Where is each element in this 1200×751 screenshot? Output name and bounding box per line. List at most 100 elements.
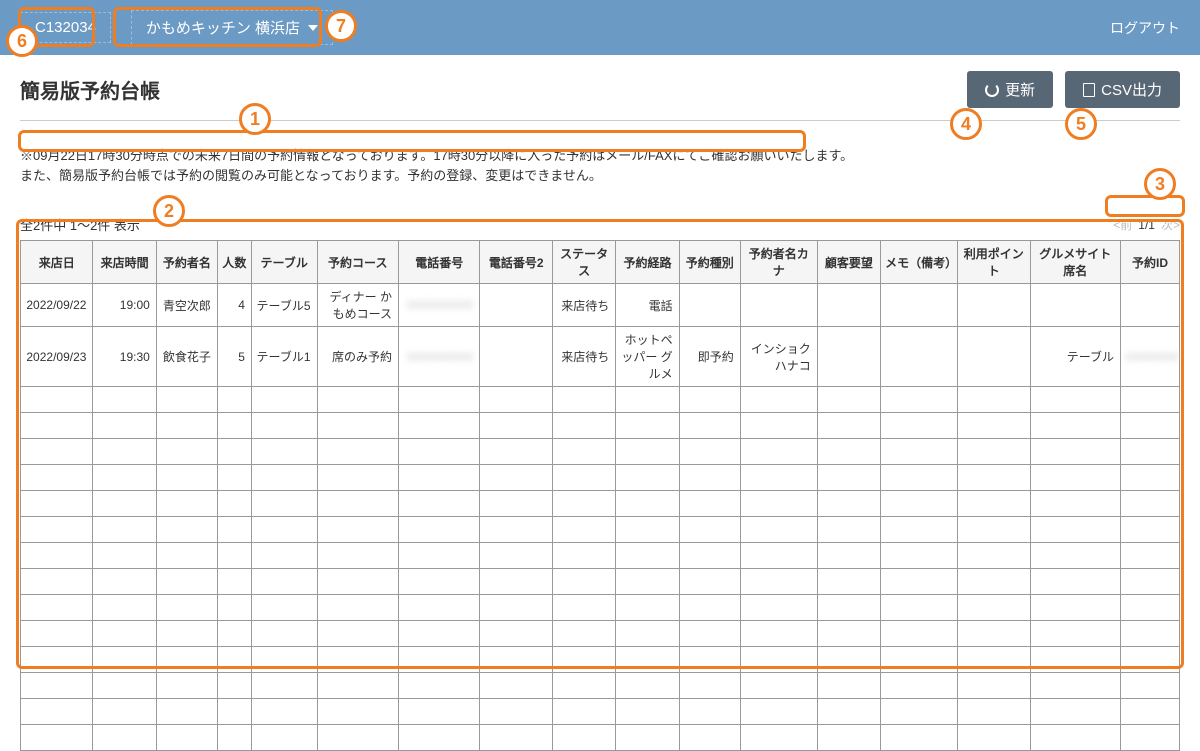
cell-kana: インショクハナコ	[740, 327, 817, 387]
cell-empty	[958, 595, 1030, 621]
cell-empty	[1121, 465, 1180, 491]
cell-empty	[317, 543, 398, 569]
cell-empty	[1030, 673, 1121, 699]
cell-empty	[616, 621, 679, 647]
cell-point	[958, 284, 1030, 327]
cell-empty	[817, 413, 880, 439]
cell-empty	[552, 673, 615, 699]
store-selector[interactable]: かもめキッチン 横浜店	[131, 10, 333, 45]
table-row	[21, 725, 1180, 751]
cell-empty	[1030, 465, 1121, 491]
th-time: 来店時間	[93, 241, 156, 284]
cell-empty	[251, 569, 317, 595]
cell-empty	[881, 387, 958, 413]
cell-empty	[817, 439, 880, 465]
th-seat: グルメサイト席名	[1030, 241, 1121, 284]
cell-empty	[679, 621, 740, 647]
cell-empty	[156, 673, 217, 699]
cell-empty	[881, 621, 958, 647]
th-point: 利用ポイント	[958, 241, 1030, 284]
cell-date: 2022/09/23	[21, 327, 93, 387]
cell-empty	[552, 465, 615, 491]
th-kana: 予約者名カナ	[740, 241, 817, 284]
cell-empty	[1030, 439, 1121, 465]
refresh-button[interactable]: 更新	[967, 71, 1053, 108]
cell-empty	[21, 673, 93, 699]
cell-empty	[251, 517, 317, 543]
cell-empty	[817, 569, 880, 595]
cell-empty	[93, 647, 156, 673]
cell-empty	[740, 491, 817, 517]
cell-point	[958, 327, 1030, 387]
cell-empty	[616, 387, 679, 413]
cell-empty	[21, 621, 93, 647]
next-page[interactable]: 次>	[1161, 216, 1180, 233]
cell-empty	[679, 413, 740, 439]
cell-empty	[679, 465, 740, 491]
cell-empty	[1121, 439, 1180, 465]
table-row	[21, 595, 1180, 621]
cell-empty	[93, 491, 156, 517]
cell-empty	[958, 465, 1030, 491]
cell-empty	[156, 647, 217, 673]
cell-empty	[217, 413, 251, 439]
cell-empty	[93, 595, 156, 621]
cell-empty	[399, 413, 480, 439]
logout-link[interactable]: ログアウト	[1110, 18, 1180, 38]
cell-empty	[251, 413, 317, 439]
cell-empty	[251, 465, 317, 491]
cell-empty	[552, 725, 615, 751]
cell-empty	[217, 517, 251, 543]
cell-time: 19:00	[93, 284, 156, 327]
cell-empty	[93, 517, 156, 543]
cell-empty	[21, 543, 93, 569]
prev-page[interactable]: <前	[1113, 216, 1132, 233]
cell-empty	[817, 699, 880, 725]
table-row	[21, 621, 1180, 647]
store-name: かもめキッチン 横浜店	[146, 17, 300, 38]
cell-empty	[616, 517, 679, 543]
cell-empty	[480, 517, 552, 543]
cell-empty	[817, 647, 880, 673]
cell-empty	[552, 387, 615, 413]
cell-empty	[217, 491, 251, 517]
cell-empty	[93, 699, 156, 725]
cell-empty	[616, 595, 679, 621]
cell-empty	[317, 699, 398, 725]
cell-empty	[740, 413, 817, 439]
cell-empty	[480, 673, 552, 699]
cell-type	[679, 284, 740, 327]
cell-empty	[480, 595, 552, 621]
cell-empty	[399, 595, 480, 621]
table-row	[21, 439, 1180, 465]
cell-empty	[817, 621, 880, 647]
cell-empty	[817, 387, 880, 413]
table-row	[21, 387, 1180, 413]
cell-empty	[616, 699, 679, 725]
cell-empty	[93, 465, 156, 491]
cell-empty	[679, 569, 740, 595]
cell-empty	[1121, 595, 1180, 621]
cell-empty	[552, 517, 615, 543]
cell-empty	[217, 543, 251, 569]
cell-empty	[958, 569, 1030, 595]
cell-empty	[1121, 673, 1180, 699]
cell-empty	[251, 621, 317, 647]
csv-export-button[interactable]: CSV出力	[1065, 71, 1180, 108]
cell-empty	[817, 673, 880, 699]
cell-empty	[552, 621, 615, 647]
notice-line1: ※09月22日17時30分時点での未来7日間の予約情報となっております。17時3…	[20, 146, 853, 166]
cell-empty	[1030, 491, 1121, 517]
cell-empty	[317, 465, 398, 491]
cell-tel2	[480, 327, 552, 387]
cell-table: テーブル5	[251, 284, 317, 327]
cell-empty	[21, 491, 93, 517]
cell-empty	[740, 517, 817, 543]
cell-name: 飲食花子	[156, 327, 217, 387]
reservation-table: 来店日 来店時間 予約者名 人数 テーブル 予約コース 電話番号 電話番号2 ス…	[20, 240, 1180, 751]
cell-empty	[679, 491, 740, 517]
cell-empty	[21, 465, 93, 491]
cell-empty	[317, 517, 398, 543]
cell-empty	[156, 439, 217, 465]
cell-empty	[679, 595, 740, 621]
